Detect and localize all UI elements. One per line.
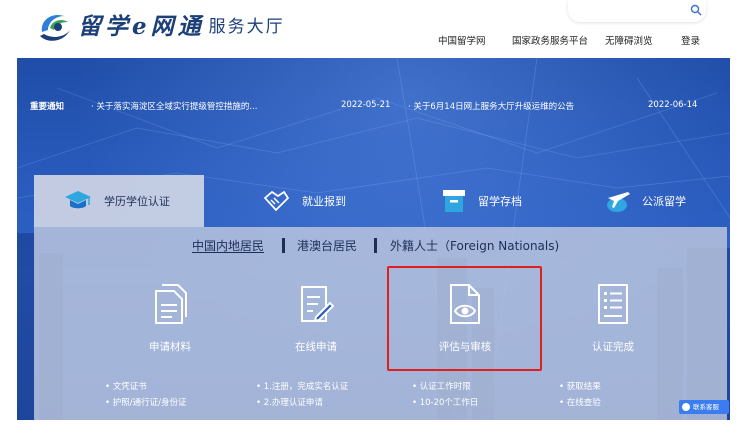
highlight-box [387,266,542,371]
applicant-group-selector: 中国内地居民 港澳台居民 外籍人士（Foreign Nationals) [34,237,727,255]
group-mainland-residents[interactable]: 中国内地居民 [192,237,264,254]
airplane-icon [607,192,630,212]
notice-label: 重要通知 [30,102,65,112]
contact-service-button[interactable]: 联系客服 [679,400,729,414]
notice-item-title[interactable]: · 关于落实海淀区全域实行提级管控措施的... [91,100,258,112]
header: 留学e网通 服务大厅 中国留学网 国家政务服务平台 无障碍浏览 登录 [0,0,747,58]
service-tabs: 学历学位认证 就业报到 留学存档 公派留学 [34,175,727,227]
step-details-materials: • 文凭证书 • 护照/通行证/身份证 [105,379,255,411]
detail-item: • 认证工作时限 [412,382,471,392]
step-online-application[interactable]: 在线申请 [246,271,386,359]
notice-item-date: 2022-06-14 [648,100,698,110]
detail-item: • 1.注册，完成实名认证 [256,382,349,392]
tab-study-archive[interactable]: 留学存档 [418,175,558,227]
search-input[interactable] [568,0,706,22]
nav-link-login[interactable]: 登录 [681,33,700,47]
nav-link-cscse[interactable]: 中国留学网 [438,33,486,47]
detail-item: • 10-20个工作日 [412,398,479,408]
step-application-materials[interactable]: 申请材料 [100,271,240,359]
search-icon[interactable] [690,4,702,16]
contact-service-label: 联系客服 [693,403,719,411]
handshake-icon [263,190,290,212]
top-nav: 中国留学网 国家政务服务平台 无障碍浏览 登录 [0,33,747,49]
step-details-review: • 认证工作时限 • 10-20个工作日 [412,379,562,411]
documents-icon [155,284,187,324]
tab-employment-report[interactable]: 就业报到 [234,175,374,227]
graduation-cap-icon [65,191,91,209]
group-hk-macao-taiwan[interactable]: 港澳台居民 [297,237,357,254]
group-divider [374,238,377,253]
nav-link-accessibility[interactable]: 无障碍浏览 [605,33,653,47]
tab-label: 就业报到 [302,195,346,208]
tab-label: 公派留学 [642,195,686,208]
archive-icon [443,190,465,212]
detail-item: • 护照/通行证/身份证 [105,398,187,408]
tab-content-panel: 中国内地居民 港澳台居民 外籍人士（Foreign Nationals) 申请材… [34,227,727,420]
checklist-icon [598,284,628,324]
detail-item: • 获取结果 [559,382,601,392]
notice-item-date: 2022-05-21 [341,100,391,110]
notice-item-title[interactable]: · 关于6月14日网上服务大厅升级运维的公告 [408,100,574,112]
step-label: 申请材料 [149,341,191,353]
notice-bar: 重要通知 · 关于落实海淀区全域实行提级管控措施的... 2022-05-21 … [17,100,730,116]
step-label: 认证完成 [592,341,634,353]
tab-label: 留学存档 [478,195,522,208]
step-certification-complete[interactable]: 认证完成 [543,271,683,359]
form-edit-icon [301,286,334,323]
step-label: 在线申请 [295,341,337,353]
service-headset-icon [682,403,690,411]
hero-banner: 重要通知 · 关于落实海淀区全域实行提级管控措施的... 2022-05-21 … [17,58,730,420]
nav-link-gov-platform[interactable]: 国家政务服务平台 [512,33,588,47]
detail-item[interactable]: • 2.办理认证申请 [256,395,406,411]
tab-government-sponsored[interactable]: 公派留学 [590,175,727,227]
step-details-online: • 1.注册，完成实名认证 • 2.办理认证申请 [256,379,406,411]
group-divider [282,238,285,253]
tab-label: 学历学位认证 [104,195,170,208]
detail-item: • 文凭证书 [105,382,147,392]
tab-degree-verification[interactable]: 学历学位认证 [34,175,204,227]
group-foreign-nationals[interactable]: 外籍人士（Foreign Nationals) [390,237,559,254]
